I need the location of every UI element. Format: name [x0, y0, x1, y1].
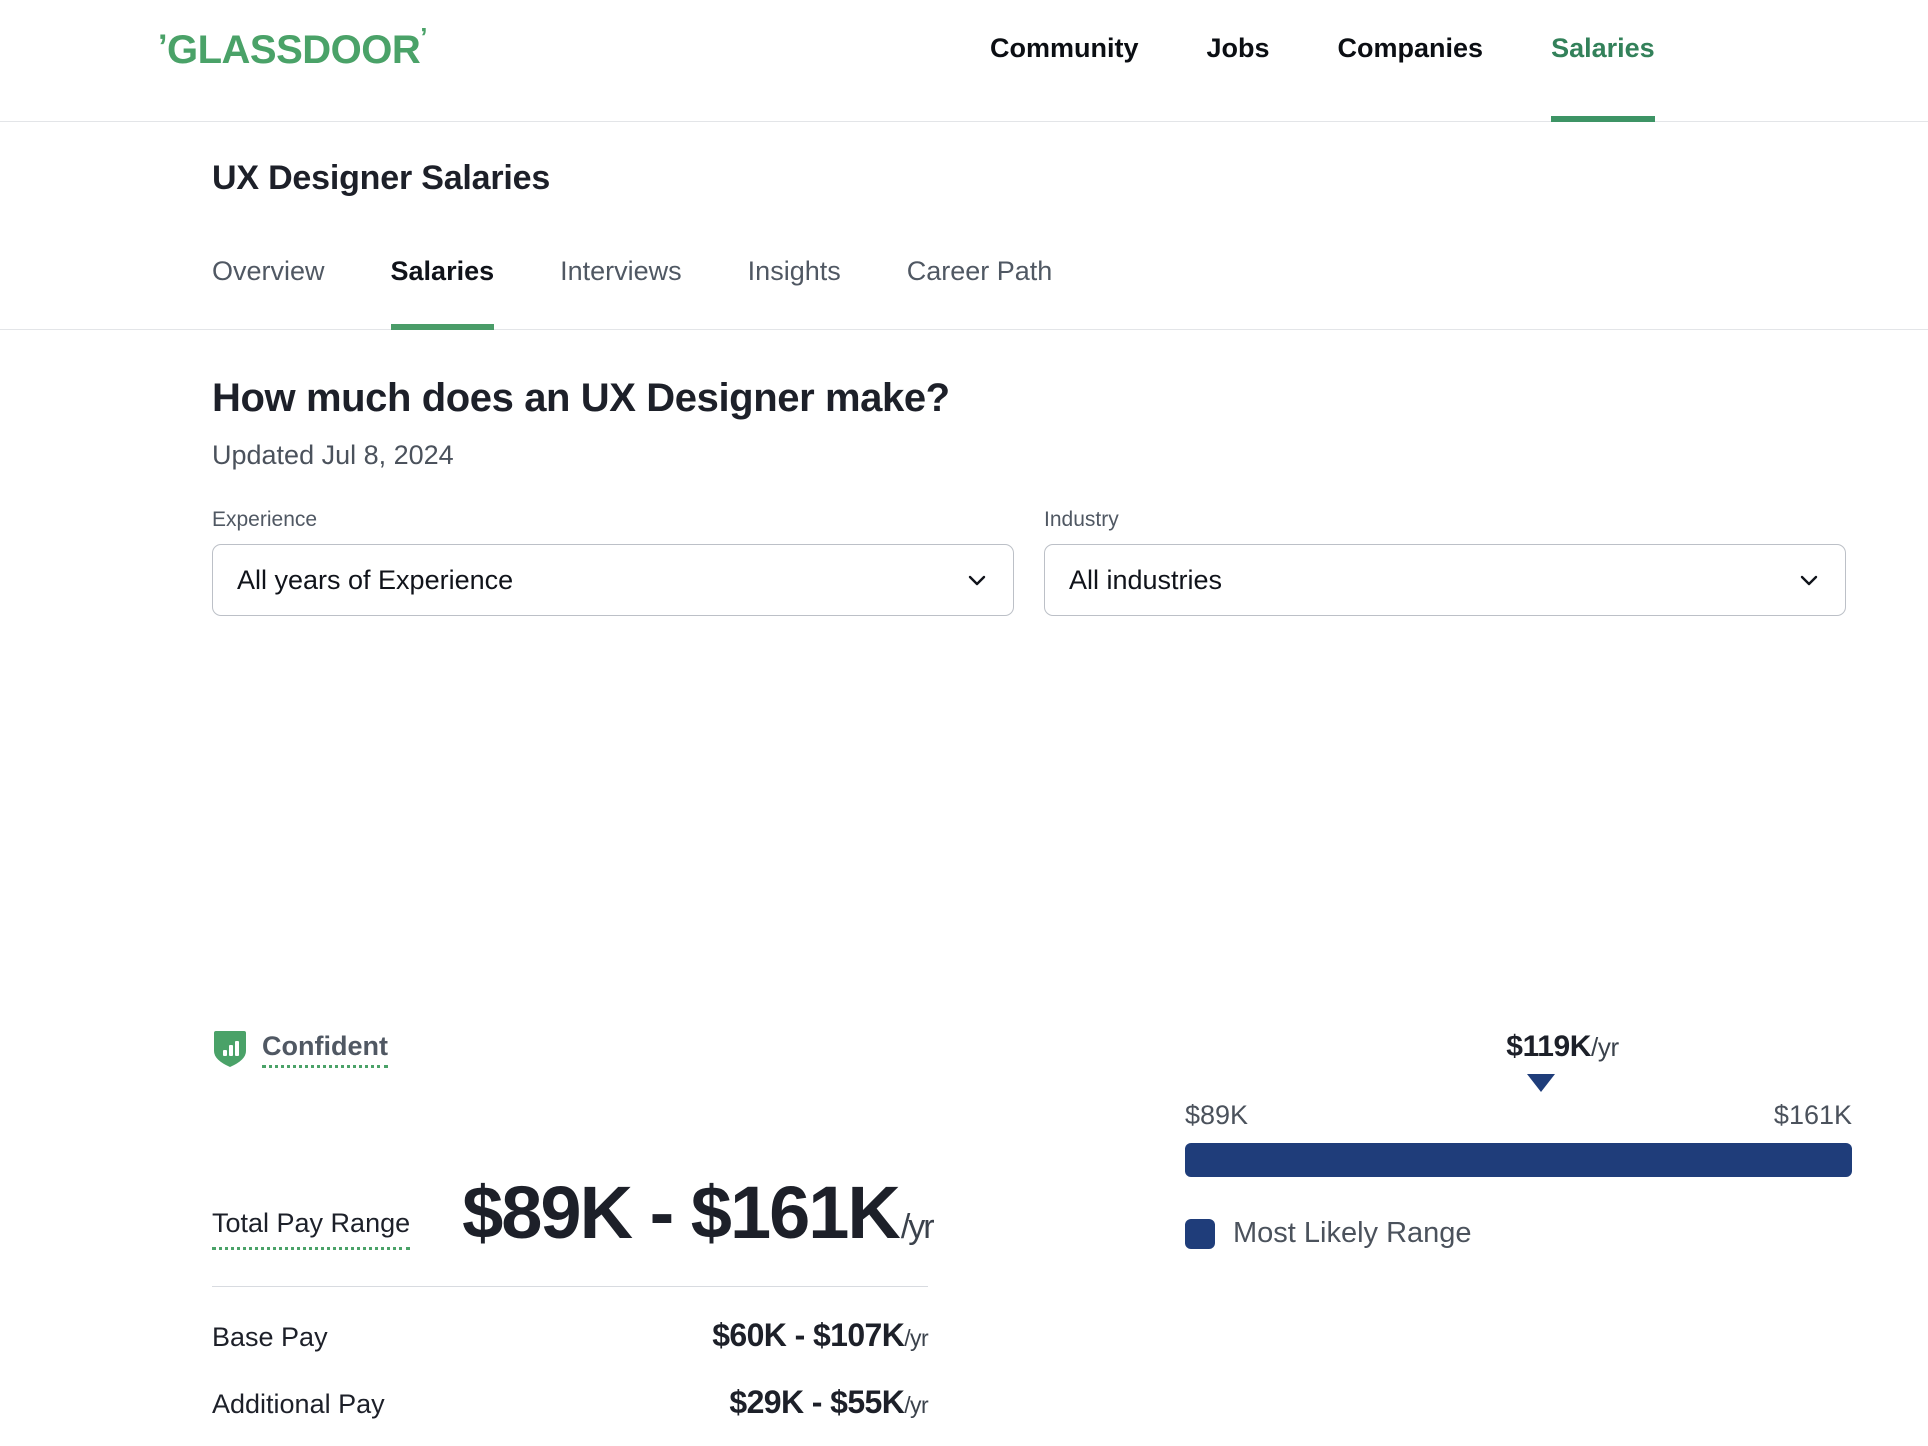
chevron-down-icon: [1797, 568, 1821, 592]
tab-salaries[interactable]: Salaries: [391, 242, 495, 330]
total-pay-range-value-group: $89K - $161K/yr: [462, 1176, 933, 1250]
base-pay-value-group: $60K - $107K/yr: [712, 1317, 928, 1354]
additional-pay-label: Additional Pay: [212, 1389, 385, 1420]
industry-filter: Industry All industries: [1044, 508, 1846, 616]
chart-median-unit: /yr: [1591, 1032, 1619, 1062]
additional-pay-value: $29K - $55K: [729, 1384, 904, 1420]
chart-median-value: $119K: [1506, 1030, 1591, 1063]
experience-select-value: All years of Experience: [237, 565, 513, 596]
pay-divider: [212, 1286, 928, 1287]
salary-range-chart: $119K/yr $89K $161K Most Likely Range: [1185, 1030, 1852, 1250]
confidence-shield-bar-chart-icon: [212, 1030, 248, 1068]
experience-select[interactable]: All years of Experience: [212, 544, 1014, 616]
legend-swatch-most-likely-range: [1185, 1219, 1215, 1249]
updated-date: Updated Jul 8, 2024: [212, 440, 454, 471]
chart-range-high-label: $161K: [1774, 1100, 1852, 1131]
nav-link-salaries[interactable]: Salaries: [1551, 0, 1655, 122]
additional-pay-row: Additional Pay $29K - $55K/yr: [212, 1384, 928, 1421]
additional-pay-value-group: $29K - $55K/yr: [729, 1384, 928, 1421]
tab-insights[interactable]: Insights: [748, 242, 841, 330]
nav-link-community[interactable]: Community: [990, 0, 1139, 122]
salary-question-heading: How much does an UX Designer make?: [212, 376, 950, 421]
base-pay-label: Base Pay: [212, 1322, 328, 1353]
page-title: UX Designer Salaries: [212, 159, 550, 198]
base-pay-unit: /yr: [904, 1325, 928, 1351]
filter-row: Experience All years of Experience Indus…: [212, 508, 1852, 616]
nav-link-jobs[interactable]: Jobs: [1207, 0, 1270, 122]
tab-career-path[interactable]: Career Path: [907, 242, 1053, 330]
chart-legend: Most Likely Range: [1185, 1217, 1852, 1250]
logo-quote-left: ’: [158, 30, 167, 64]
glassdoor-logo[interactable]: ’GLASSDOOR’: [158, 30, 427, 70]
top-navigation-bar: ’GLASSDOOR’ Community Jobs Companies Sal…: [0, 0, 1928, 122]
additional-pay-unit: /yr: [904, 1392, 928, 1418]
total-pay-range-label: Total Pay Range: [212, 1208, 410, 1250]
tab-interviews[interactable]: Interviews: [560, 242, 682, 330]
base-pay-value: $60K - $107K: [712, 1317, 904, 1353]
confidence-label: Confident: [262, 1031, 388, 1068]
chart-median-label: $119K/yr: [1229, 1030, 1896, 1064]
page-header: UX Designer Salaries Overview Salaries I…: [0, 122, 1928, 330]
total-pay-range-row: Total Pay Range $89K - $161K/yr: [212, 1130, 1092, 1250]
logo-quote-right: ’: [420, 24, 427, 50]
chart-range-low-label: $89K: [1185, 1100, 1248, 1131]
pay-summary: Total Pay Range $89K - $161K/yr Base Pay…: [212, 1130, 1092, 1421]
logo-wordmark: GLASSDOOR: [167, 30, 420, 70]
nav-link-companies[interactable]: Companies: [1338, 0, 1484, 122]
chart-range-bar: [1185, 1143, 1852, 1177]
industry-select-value: All industries: [1069, 565, 1222, 596]
industry-filter-label: Industry: [1044, 508, 1846, 532]
chart-median-pointer-icon: [1527, 1074, 1555, 1092]
legend-label-most-likely-range: Most Likely Range: [1233, 1217, 1472, 1250]
page-tabs: Overview Salaries Interviews Insights Ca…: [212, 242, 1118, 330]
experience-filter-label: Experience: [212, 508, 1014, 532]
tab-overview[interactable]: Overview: [212, 242, 325, 330]
confidence-badge[interactable]: Confident: [212, 1030, 388, 1068]
chart-scale-labels: $89K $161K: [1185, 1100, 1852, 1131]
base-pay-row: Base Pay $60K - $107K/yr: [212, 1317, 928, 1354]
experience-filter: Experience All years of Experience: [212, 508, 1014, 616]
total-pay-range-unit: /yr: [901, 1210, 933, 1244]
total-pay-range-value: $89K - $161K: [462, 1176, 899, 1250]
primary-nav-links: Community Jobs Companies Salaries: [990, 0, 1655, 122]
chevron-down-icon: [965, 568, 989, 592]
industry-select[interactable]: All industries: [1044, 544, 1846, 616]
